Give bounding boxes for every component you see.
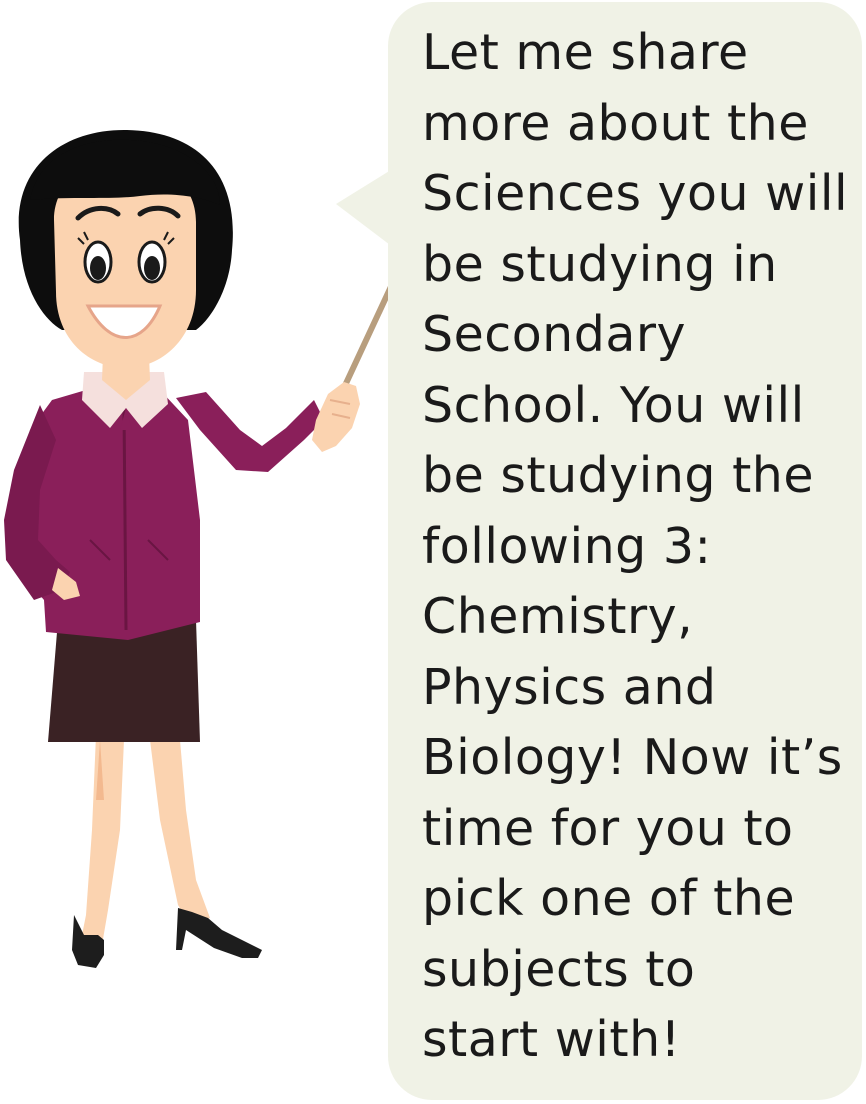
teacher-illustration-icon — [4, 130, 411, 968]
speech-bubble: Let me share more about the Sciences you… — [388, 2, 862, 1100]
speech-bubble-text: Let me share more about the Sciences you… — [422, 24, 849, 1068]
